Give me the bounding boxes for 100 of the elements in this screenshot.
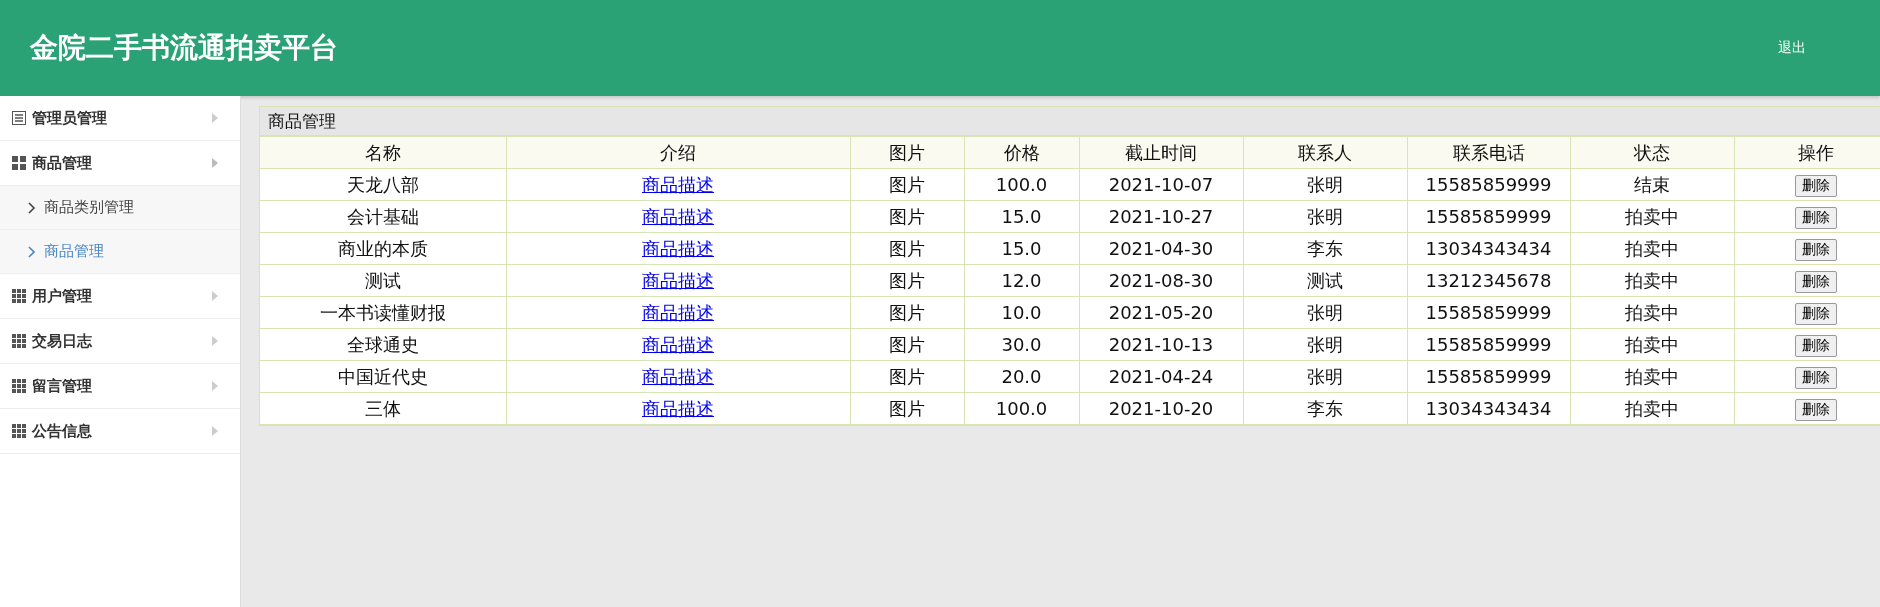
table-cell: 张明 — [1243, 200, 1407, 233]
column-header: 联系人 — [1243, 136, 1407, 169]
table-cell: 图片 — [850, 264, 964, 297]
grid-icon — [12, 289, 26, 303]
table-cell: 拍卖中 — [1570, 328, 1734, 361]
description-link[interactable]: 商品描述 — [642, 173, 714, 195]
menu-item[interactable]: 公告信息 — [0, 409, 240, 454]
delete-button[interactable]: 删除 — [1795, 334, 1837, 357]
menu-item[interactable]: 留言管理 — [0, 364, 240, 409]
table-cell: 30.0 — [964, 328, 1079, 361]
table-cell: 2021-10-13 — [1079, 328, 1243, 361]
table-cell: 拍卖中 — [1570, 360, 1734, 393]
table-cell: 2021-08-30 — [1079, 264, 1243, 297]
column-header: 联系电话 — [1407, 136, 1570, 169]
column-header: 图片 — [850, 136, 964, 169]
table-cell: 张明 — [1243, 168, 1407, 201]
site-title: 金院二手书流通拍卖平台 — [30, 30, 338, 66]
table-cell: 中国近代史 — [260, 360, 506, 393]
description-link[interactable]: 商品描述 — [642, 365, 714, 387]
table-cell: 2021-10-07 — [1079, 168, 1243, 201]
column-header: 状态 — [1570, 136, 1734, 169]
delete-button[interactable]: 删除 — [1795, 366, 1837, 389]
table-cell: 拍卖中 — [1570, 200, 1734, 233]
table-cell: 13034343434 — [1407, 392, 1570, 425]
table-cell: 13034343434 — [1407, 232, 1570, 265]
table-cell: 张明 — [1243, 360, 1407, 393]
table-cell: 15585859999 — [1407, 296, 1570, 329]
description-link[interactable]: 商品描述 — [642, 205, 714, 227]
grid-icon — [12, 379, 26, 393]
table-cell: 图片 — [850, 296, 964, 329]
description-link[interactable]: 商品描述 — [642, 301, 714, 323]
description-link[interactable]: 商品描述 — [642, 333, 714, 355]
table-cell: 20.0 — [964, 360, 1079, 393]
description-link[interactable]: 商品描述 — [642, 269, 714, 291]
table-cell: 2021-10-20 — [1079, 392, 1243, 425]
table-cell: 15.0 — [964, 232, 1079, 265]
table-cell: 拍卖中 — [1570, 392, 1734, 425]
caret-icon — [212, 381, 218, 391]
table-cell: 图片 — [850, 328, 964, 361]
table-cell: 15585859999 — [1407, 200, 1570, 233]
table-cell: 拍卖中 — [1570, 264, 1734, 297]
caret-icon — [212, 291, 218, 301]
submenu-item[interactable]: 商品类别管理 — [0, 186, 240, 230]
table-cell: 图片 — [850, 232, 964, 265]
table-cell: 商业的本质 — [260, 232, 506, 265]
delete-button[interactable]: 删除 — [1795, 206, 1837, 229]
table-cell: 100.0 — [964, 392, 1079, 425]
chevron-icon — [28, 201, 36, 214]
menu-item[interactable]: 用户管理 — [0, 274, 240, 319]
caret-icon — [212, 113, 218, 123]
table-cell: 2021-10-27 — [1079, 200, 1243, 233]
table-cell: 10.0 — [964, 296, 1079, 329]
description-link[interactable]: 商品描述 — [642, 237, 714, 259]
grid-icon — [12, 156, 26, 170]
panel-title: 商品管理 — [260, 107, 1880, 136]
chevron-icon — [28, 245, 36, 258]
delete-button[interactable]: 删除 — [1795, 398, 1837, 421]
table-cell: 15585859999 — [1407, 360, 1570, 393]
grid-icon — [12, 334, 26, 348]
menu-item[interactable]: 交易日志 — [0, 319, 240, 364]
submenu-item[interactable]: 商品管理 — [0, 230, 240, 274]
menu-item[interactable]: 管理员管理 — [0, 96, 240, 141]
table-cell: 测试 — [260, 264, 506, 297]
grid-icon — [12, 424, 26, 438]
table-cell: 图片 — [850, 392, 964, 425]
table-cell: 12.0 — [964, 264, 1079, 297]
table-cell: 天龙八部 — [260, 168, 506, 201]
table-cell: 2021-04-30 — [1079, 232, 1243, 265]
column-header: 介绍 — [506, 136, 850, 169]
table-cell: 会计基础 — [260, 200, 506, 233]
table-cell: 张明 — [1243, 328, 1407, 361]
table-cell: 100.0 — [964, 168, 1079, 201]
table-cell: 结束 — [1570, 168, 1734, 201]
table-cell: 拍卖中 — [1570, 232, 1734, 265]
table-cell: 三体 — [260, 392, 506, 425]
table-cell: 图片 — [850, 360, 964, 393]
column-header: 操作 — [1734, 136, 1880, 169]
table-cell: 测试 — [1243, 264, 1407, 297]
column-header: 价格 — [964, 136, 1079, 169]
description-link[interactable]: 商品描述 — [642, 397, 714, 419]
table-cell: 李东 — [1243, 232, 1407, 265]
delete-button[interactable]: 删除 — [1795, 270, 1837, 293]
table-cell: 拍卖中 — [1570, 296, 1734, 329]
table-cell: 张明 — [1243, 296, 1407, 329]
delete-button[interactable]: 删除 — [1795, 238, 1837, 261]
table-cell: 图片 — [850, 168, 964, 201]
table-cell: 图片 — [850, 200, 964, 233]
column-header: 名称 — [260, 136, 506, 169]
table-cell: 2021-04-24 — [1079, 360, 1243, 393]
delete-button[interactable]: 删除 — [1795, 302, 1837, 325]
caret-icon — [212, 426, 218, 436]
list-icon — [12, 111, 26, 125]
caret-icon — [212, 158, 218, 168]
table-cell: 全球通史 — [260, 328, 506, 361]
delete-button[interactable]: 删除 — [1795, 174, 1837, 197]
table-cell: 15585859999 — [1407, 328, 1570, 361]
column-header: 截止时间 — [1079, 136, 1243, 169]
table-cell: 李东 — [1243, 392, 1407, 425]
table-cell: 2021-05-20 — [1079, 296, 1243, 329]
table-cell: 一本书读懂财报 — [260, 296, 506, 329]
